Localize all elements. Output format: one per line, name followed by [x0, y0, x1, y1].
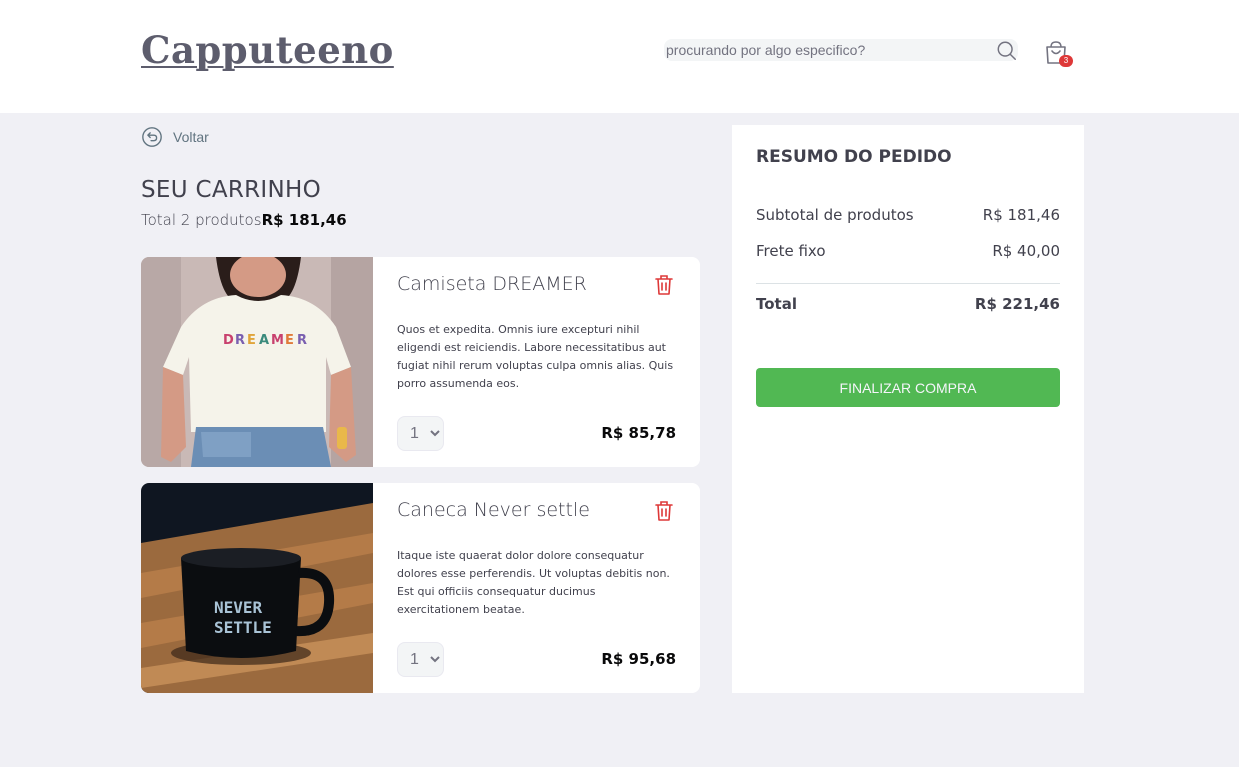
search-input[interactable]	[666, 39, 986, 61]
logo[interactable]: Capputeeno	[141, 28, 394, 72]
item-description: Quos et expedita. Omnis iure excepturi n…	[397, 323, 674, 390]
back-arrow-icon	[142, 127, 162, 147]
total-row: Total R$ 221,46	[756, 295, 1060, 313]
subtotal-label: Subtotal de produtos	[756, 206, 914, 224]
back-link[interactable]: Voltar	[141, 126, 209, 148]
site-header: Capputeeno 3	[0, 0, 1239, 113]
svg-text:M: M	[271, 333, 284, 348]
cart-total-label: Total 2 produtos	[141, 211, 262, 229]
item-price: R$ 85,78	[601, 424, 676, 442]
item-description: Itaque iste quaerat dolor dolore consequ…	[397, 549, 670, 616]
summary-title: RESUMO DO PEDIDO	[756, 147, 952, 167]
summary-divider	[756, 283, 1060, 284]
svg-text:E: E	[285, 333, 294, 348]
shipping-row: Frete fixo R$ 40,00	[756, 242, 1060, 260]
total-value: R$ 221,46	[974, 295, 1060, 313]
shipping-label: Frete fixo	[756, 242, 826, 260]
cart-item: D R E A M E R Camiseta DREAMER Quos et e…	[141, 257, 700, 467]
cart-item: NEVER SETTLE Caneca Never settle Itaque …	[141, 483, 700, 693]
cart-total-value: R$ 181,46	[261, 211, 347, 229]
svg-text:E: E	[247, 333, 256, 348]
cart-total: Total 2 produtosR$ 181,46	[141, 211, 347, 229]
search-bar	[664, 39, 1018, 61]
svg-text:SETTLE: SETTLE	[214, 618, 272, 637]
cart-title: SEU CARRINHO	[141, 177, 322, 203]
checkout-button[interactable]: FINALIZAR COMPRA	[756, 368, 1060, 407]
order-summary: RESUMO DO PEDIDO Subtotal de produtos R$…	[732, 125, 1084, 693]
quantity-select[interactable]: 1	[397, 416, 444, 451]
back-label: Voltar	[173, 129, 209, 145]
subtotal-value: R$ 181,46	[982, 206, 1060, 224]
product-image-mug: NEVER SETTLE	[141, 483, 373, 693]
svg-text:R: R	[297, 333, 307, 348]
item-name: Camiseta DREAMER	[397, 273, 587, 295]
product-image-tshirt: D R E A M E R	[141, 257, 373, 467]
shipping-value: R$ 40,00	[992, 242, 1060, 260]
svg-text:D: D	[223, 333, 234, 348]
search-icon[interactable]	[996, 40, 1018, 62]
total-label: Total	[756, 295, 797, 313]
subtotal-row: Subtotal de produtos R$ 181,46	[756, 206, 1060, 224]
svg-text:A: A	[259, 333, 269, 348]
svg-text:NEVER: NEVER	[214, 598, 263, 617]
trash-icon[interactable]	[653, 273, 675, 297]
item-name: Caneca Never settle	[397, 499, 590, 521]
trash-icon[interactable]	[653, 499, 675, 523]
item-price: R$ 95,68	[601, 650, 676, 668]
svg-text:R: R	[235, 333, 245, 348]
cart-count-badge: 3	[1059, 55, 1073, 67]
quantity-select[interactable]: 1	[397, 642, 444, 677]
